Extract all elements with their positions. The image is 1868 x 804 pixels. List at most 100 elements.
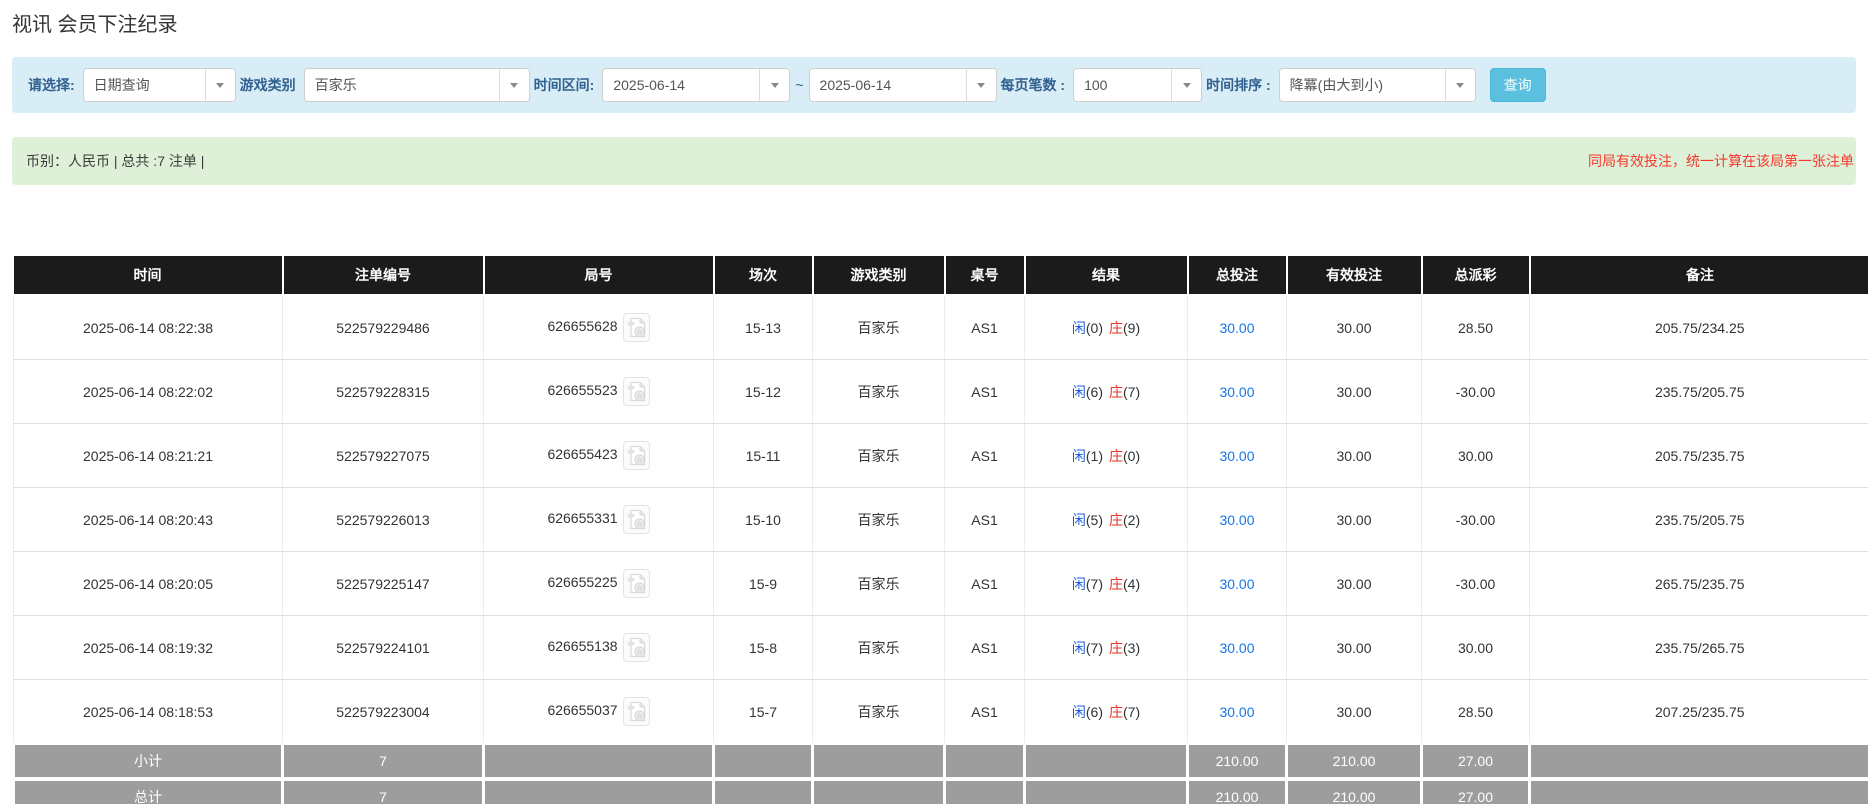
total-bet-link[interactable]: 30.00 xyxy=(1219,512,1254,528)
round-number: 626655628 xyxy=(547,318,617,334)
cell-valid-bet: 30.00 xyxy=(1287,680,1422,745)
video-replay-button[interactable] xyxy=(623,697,650,726)
video-replay-icon xyxy=(627,509,646,530)
chevron-down-icon[interactable] xyxy=(966,69,996,101)
cell-session: 15-8 xyxy=(714,616,813,680)
summary-empty xyxy=(1025,779,1188,804)
game-type-label: 游戏类别 xyxy=(240,75,296,95)
cell-round: 626655138 xyxy=(484,616,714,680)
cell-round: 626655225 xyxy=(484,552,714,616)
summary-count: 7 xyxy=(283,779,484,804)
time-sort-value: 降冪(由大到小) xyxy=(1280,69,1445,101)
date-to-picker[interactable]: 2025-06-14 xyxy=(809,68,997,102)
cell-valid-bet: 30.00 xyxy=(1287,295,1422,360)
cell-payout: -30.00 xyxy=(1422,488,1530,552)
video-replay-button[interactable] xyxy=(623,633,650,662)
summary-payout: 27.00 xyxy=(1422,744,1530,779)
total-bet-link[interactable]: 30.00 xyxy=(1219,576,1254,592)
date-to-value: 2025-06-14 xyxy=(810,69,966,101)
cell-result: 闲(7)庄(3) xyxy=(1025,616,1188,680)
summary-empty xyxy=(714,779,813,804)
total-bet-link[interactable]: 30.00 xyxy=(1219,448,1254,464)
table-row: 2025-06-14 08:18:53522579223004626655037… xyxy=(14,680,1868,745)
cell-total-bet: 30.00 xyxy=(1188,295,1287,360)
cell-round: 626655423 xyxy=(484,424,714,488)
result-banker-label: 庄 xyxy=(1109,640,1123,656)
chevron-down-icon[interactable] xyxy=(759,69,789,101)
summary-row: 小计7210.00210.0027.00 xyxy=(14,744,1868,779)
video-replay-icon xyxy=(627,445,646,466)
result-player-label: 闲 xyxy=(1072,448,1086,464)
video-replay-icon xyxy=(627,637,646,658)
cell-time: 2025-06-14 08:22:02 xyxy=(14,360,283,424)
column-header: 局号 xyxy=(484,256,714,295)
cell-round: 626655037 xyxy=(484,680,714,745)
table-row: 2025-06-14 08:20:05522579225147626655225… xyxy=(14,552,1868,616)
result-player-label: 闲 xyxy=(1072,704,1086,720)
video-replay-button[interactable] xyxy=(623,377,650,406)
search-button[interactable]: 查询 xyxy=(1490,68,1546,102)
cell-remark: 207.25/235.75 xyxy=(1530,680,1868,745)
cell-game-type: 百家乐 xyxy=(813,424,945,488)
summary-count: 7 xyxy=(283,744,484,779)
video-replay-icon xyxy=(627,381,646,402)
time-sort-select[interactable]: 降冪(由大到小) xyxy=(1279,68,1476,102)
page-size-select[interactable]: 100 xyxy=(1073,68,1202,102)
cell-total-bet: 30.00 xyxy=(1188,680,1287,745)
video-replay-button[interactable] xyxy=(623,313,650,342)
cell-remark: 205.75/235.75 xyxy=(1530,424,1868,488)
cell-total-bet: 30.00 xyxy=(1188,616,1287,680)
cell-total-bet: 30.00 xyxy=(1188,488,1287,552)
chevron-down-icon[interactable] xyxy=(1445,69,1475,101)
summary-empty xyxy=(484,744,714,779)
result-banker-label: 庄 xyxy=(1109,512,1123,528)
result-player-score: (7) xyxy=(1086,640,1103,656)
column-header: 总投注 xyxy=(1188,256,1287,295)
cell-round: 626655523 xyxy=(484,360,714,424)
table-row: 2025-06-14 08:20:43522579226013626655331… xyxy=(14,488,1868,552)
total-bet-link[interactable]: 30.00 xyxy=(1219,320,1254,336)
cell-game-type: 百家乐 xyxy=(813,295,945,360)
total-bet-link[interactable]: 30.00 xyxy=(1219,384,1254,400)
video-replay-button[interactable] xyxy=(623,441,650,470)
result-player-score: (6) xyxy=(1086,384,1103,400)
cell-bet-id: 522579225147 xyxy=(283,552,484,616)
chevron-down-icon[interactable] xyxy=(205,69,235,101)
cell-payout: 30.00 xyxy=(1422,616,1530,680)
summary-empty xyxy=(1025,744,1188,779)
round-number: 626655423 xyxy=(547,446,617,462)
chevron-down-icon[interactable] xyxy=(499,69,529,101)
query-type-select[interactable]: 日期查询 xyxy=(83,68,236,102)
cell-total-bet: 30.00 xyxy=(1188,424,1287,488)
date-from-picker[interactable]: 2025-06-14 xyxy=(602,68,790,102)
cell-time: 2025-06-14 08:19:32 xyxy=(14,616,283,680)
cell-result: 闲(6)庄(7) xyxy=(1025,680,1188,745)
result-banker-label: 庄 xyxy=(1109,576,1123,592)
summary-row: 总计7210.00210.0027.00 xyxy=(14,779,1868,804)
cell-session: 15-12 xyxy=(714,360,813,424)
chevron-down-icon[interactable] xyxy=(1171,69,1201,101)
video-replay-button[interactable] xyxy=(623,569,650,598)
cell-game-type: 百家乐 xyxy=(813,616,945,680)
cell-payout: 28.50 xyxy=(1422,295,1530,360)
result-player-score: (1) xyxy=(1086,448,1103,464)
query-type-label: 请选择: xyxy=(28,75,75,95)
total-bet-link[interactable]: 30.00 xyxy=(1219,640,1254,656)
cell-result: 闲(5)庄(2) xyxy=(1025,488,1188,552)
cell-game-type: 百家乐 xyxy=(813,488,945,552)
round-number: 626655331 xyxy=(547,510,617,526)
column-header: 结果 xyxy=(1025,256,1188,295)
video-replay-button[interactable] xyxy=(623,505,650,534)
round-number: 626655138 xyxy=(547,638,617,654)
cell-table-id: AS1 xyxy=(945,424,1025,488)
table-row: 2025-06-14 08:22:38522579229486626655628… xyxy=(14,295,1868,360)
summary-empty xyxy=(813,779,945,804)
game-type-select[interactable]: 百家乐 xyxy=(304,68,530,102)
table-row: 2025-06-14 08:19:32522579224101626655138… xyxy=(14,616,1868,680)
cell-session: 15-10 xyxy=(714,488,813,552)
result-banker-label: 庄 xyxy=(1109,384,1123,400)
total-bet-link[interactable]: 30.00 xyxy=(1219,704,1254,720)
time-sort-label: 时间排序 : xyxy=(1206,75,1271,95)
cell-time: 2025-06-14 08:22:38 xyxy=(14,295,283,360)
valid-bet-notice-text: 同局有效投注，统一计算在该局第一张注单 xyxy=(1588,151,1854,171)
